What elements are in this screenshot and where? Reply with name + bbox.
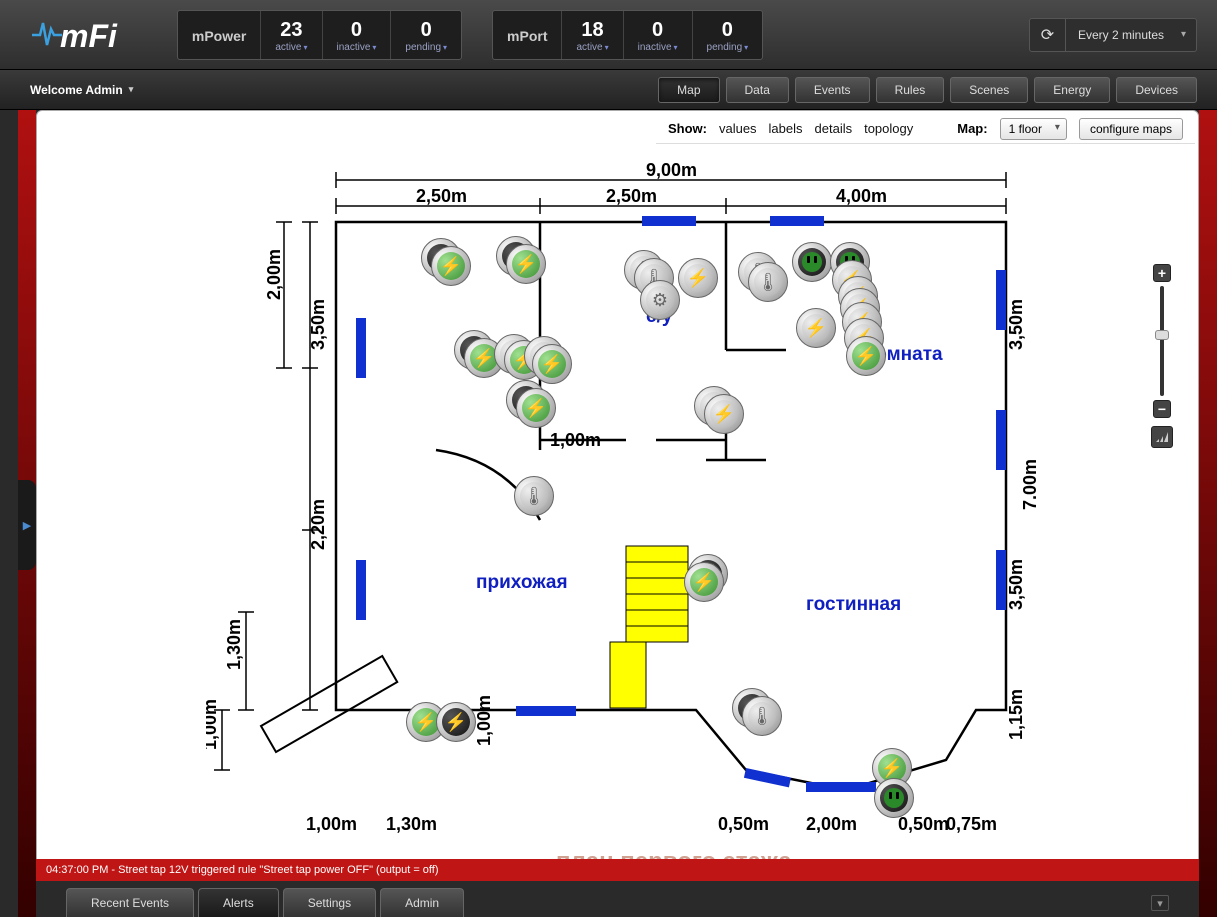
map-area: Show: values labels details topology Map… — [36, 110, 1199, 874]
map-label: Map: — [957, 121, 987, 136]
stat-mpower-active[interactable]: 23active — [261, 11, 322, 59]
btab-admin[interactable]: Admin — [380, 888, 464, 917]
tab-map[interactable]: Map — [658, 77, 719, 103]
stat-mport-pending[interactable]: 0pending — [693, 11, 763, 59]
device-marker[interactable]: ⚡ — [431, 246, 471, 286]
tab-energy[interactable]: Energy — [1034, 77, 1110, 103]
top-bar: mFi mPower 23active 0inactive 0pending m… — [0, 0, 1217, 70]
stat-mpower-pending[interactable]: 0pending — [391, 11, 461, 59]
device-layer: ⚡⚡⚡⚡🌡🌡⚙⚡🌡🌡⚡⚡⚡⚡⚡⚡⚡⚡⚡⚡⚡⚡⚡⚡⚡⚡⚡🌡⚡⚡⚡⚡⚡🌡⚡ — [206, 150, 1036, 850]
welcome-menu[interactable]: Welcome Admin — [30, 83, 133, 97]
main-tabs: Map Data Events Rules Scenes Energy Devi… — [658, 77, 1197, 103]
device-marker[interactable]: ⚡ — [684, 562, 724, 602]
chevron-right-icon: ▶ — [23, 519, 31, 532]
refresh-interval-select[interactable]: Every 2 minutes — [1066, 19, 1196, 51]
stat-mpower-label: mPower — [192, 28, 246, 44]
device-marker[interactable] — [792, 242, 832, 282]
zoom-slider-handle[interactable] — [1155, 330, 1169, 340]
alert-bar[interactable]: 04:37:00 PM - Street tap 12V triggered r… — [36, 859, 1199, 881]
tab-devices[interactable]: Devices — [1116, 77, 1197, 103]
device-marker[interactable]: ⚡ — [846, 336, 886, 376]
tab-data[interactable]: Data — [726, 77, 789, 103]
refresh-button[interactable]: ⟳ — [1030, 19, 1066, 51]
bottom-tabs: Recent Events Alerts Settings Admin — [66, 888, 464, 917]
show-labels[interactable]: labels — [769, 121, 803, 136]
zoom-out-button[interactable]: − — [1153, 400, 1171, 418]
show-values[interactable]: values — [719, 121, 757, 136]
alert-border-right — [1199, 110, 1217, 917]
refresh-group: ⟳ Every 2 minutes — [1029, 18, 1197, 52]
stats-mpower: mPower 23active 0inactive 0pending — [177, 10, 462, 60]
device-marker[interactable]: ⚡ — [678, 258, 718, 298]
tab-rules[interactable]: Rules — [876, 77, 945, 103]
signal-icon[interactable] — [1151, 426, 1173, 448]
stat-mport-active[interactable]: 18active — [562, 11, 623, 59]
btab-recent-events[interactable]: Recent Events — [66, 888, 194, 917]
zoom-in-button[interactable]: + — [1153, 264, 1171, 282]
stat-mport-label: mPort — [507, 28, 547, 44]
logo: mFi — [30, 15, 117, 55]
stats-mport: mPort 18active 0inactive 0pending — [492, 10, 763, 60]
device-marker[interactable]: ⚡ — [796, 308, 836, 348]
device-marker[interactable]: 🌡 — [742, 696, 782, 736]
device-marker[interactable]: ⚙ — [640, 280, 680, 320]
device-marker[interactable]: ⚡ — [516, 388, 556, 428]
zoom-control: + − — [1151, 264, 1173, 448]
floorplan[interactable]: 9,00m 2,50m 2,50m 4,00m — [206, 150, 1036, 850]
device-marker[interactable] — [874, 778, 914, 818]
stat-mpower-inactive[interactable]: 0inactive — [323, 11, 392, 59]
tab-scenes[interactable]: Scenes — [950, 77, 1028, 103]
tab-events[interactable]: Events — [795, 77, 870, 103]
device-marker[interactable]: ⚡ — [532, 344, 572, 384]
btab-alerts[interactable]: Alerts — [198, 888, 279, 917]
nav-row: Welcome Admin Map Data Events Rules Scen… — [0, 70, 1217, 110]
configure-maps-button[interactable]: configure maps — [1079, 118, 1183, 140]
device-marker[interactable]: 🌡 — [514, 476, 554, 516]
device-marker[interactable]: ⚡ — [506, 244, 546, 284]
btab-settings[interactable]: Settings — [283, 888, 376, 917]
zoom-slider-track[interactable] — [1160, 286, 1164, 396]
stat-mport-inactive[interactable]: 0inactive — [624, 11, 693, 59]
side-drawer-handle[interactable]: ▶ — [18, 480, 36, 570]
device-marker[interactable]: ⚡ — [436, 702, 476, 742]
map-select[interactable]: 1 floor — [1000, 118, 1067, 140]
show-topology[interactable]: topology — [864, 121, 913, 136]
show-details[interactable]: details — [815, 121, 853, 136]
logo-text: mFi — [60, 18, 117, 55]
device-marker[interactable]: ⚡ — [704, 394, 744, 434]
logo-pulse-icon — [30, 15, 64, 49]
collapse-panel-button[interactable]: ▾ — [1151, 895, 1169, 911]
device-marker[interactable]: 🌡 — [748, 262, 788, 302]
show-label: Show: — [668, 121, 707, 136]
map-toolbar: Show: values labels details topology Map… — [656, 114, 1195, 144]
